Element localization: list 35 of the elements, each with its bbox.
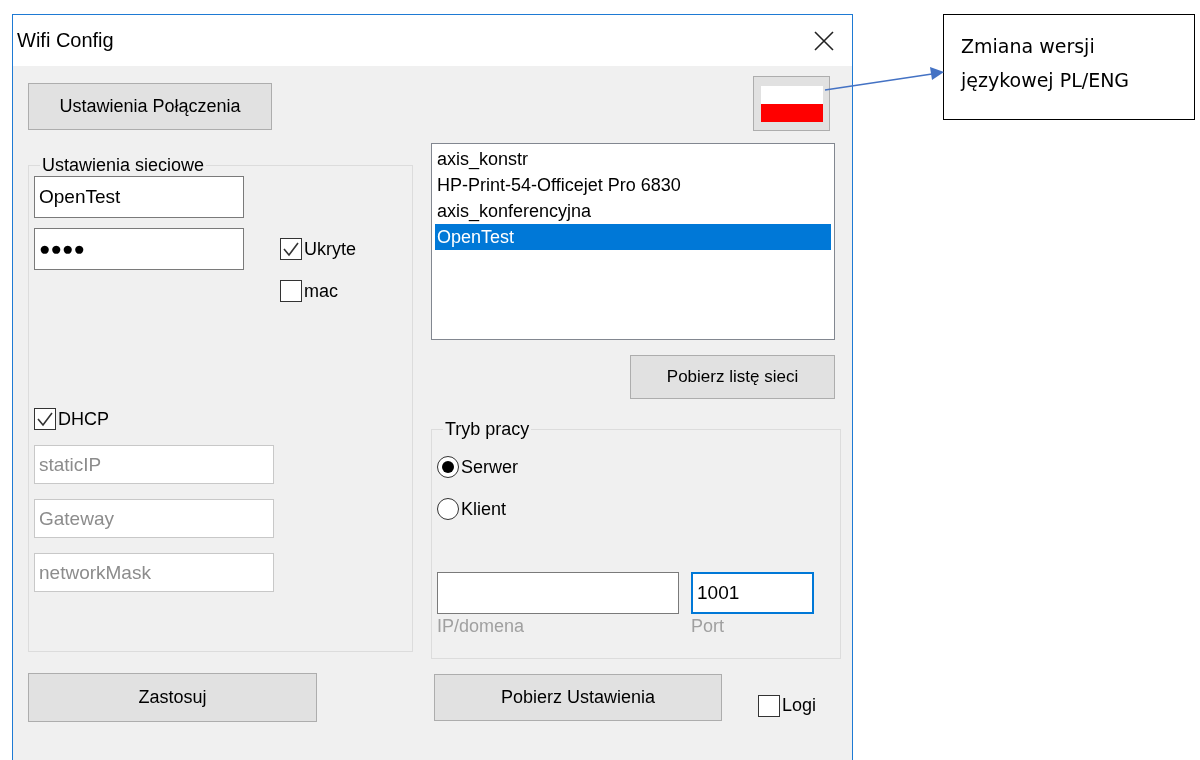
language-button[interactable]	[753, 76, 830, 131]
ssid-field[interactable]: OpenTest	[34, 176, 244, 218]
fetch-networks-button[interactable]: Pobierz listę sieci	[630, 355, 835, 399]
address-field[interactable]	[437, 572, 679, 614]
checkbox-label: mac	[304, 280, 338, 302]
get-settings-button[interactable]: Pobierz Ustawienia	[434, 674, 722, 721]
port-field[interactable]: 1001	[691, 572, 814, 614]
password-field[interactable]: ●●●●	[34, 228, 244, 270]
radio-button[interactable]	[437, 456, 459, 478]
group-title: Tryb pracy	[444, 419, 531, 440]
checkbox[interactable]	[280, 280, 302, 302]
annotation-box: Zmiana wersji językowej PL/ENG	[943, 14, 1195, 120]
checkbox-label: DHCP	[58, 408, 109, 430]
network-item[interactable]: HP-Print-54-Officejet Pro 6830	[435, 172, 831, 198]
field-label: IP/domena	[437, 616, 526, 637]
radio-button[interactable]	[437, 498, 459, 520]
apply-button[interactable]: Zastosuj	[28, 673, 317, 722]
flag-icon	[760, 85, 823, 122]
checkbox[interactable]	[280, 238, 302, 260]
close-icon[interactable]	[814, 30, 834, 51]
checkbox[interactable]	[758, 694, 780, 717]
window-title: Wifi Config	[17, 29, 114, 52]
network-item[interactable]: axis_konstr	[435, 146, 831, 172]
checkbox-label: Logi	[782, 695, 817, 716]
check-icon	[282, 240, 300, 258]
connection-settings-button[interactable]: Ustawienia Połączenia	[28, 83, 272, 130]
field-label: Port	[691, 616, 725, 637]
group-title: Ustawienia sieciowe	[41, 155, 206, 176]
network-item[interactable]: OpenTest	[435, 224, 831, 250]
network-item[interactable]: axis_konferencyjna	[435, 198, 831, 224]
check-icon	[36, 410, 54, 428]
checkbox-label: Ukryte	[304, 238, 356, 260]
radio-label: Klient	[461, 498, 507, 520]
checkbox[interactable]	[34, 408, 56, 430]
radio-label: Serwer	[461, 456, 518, 478]
